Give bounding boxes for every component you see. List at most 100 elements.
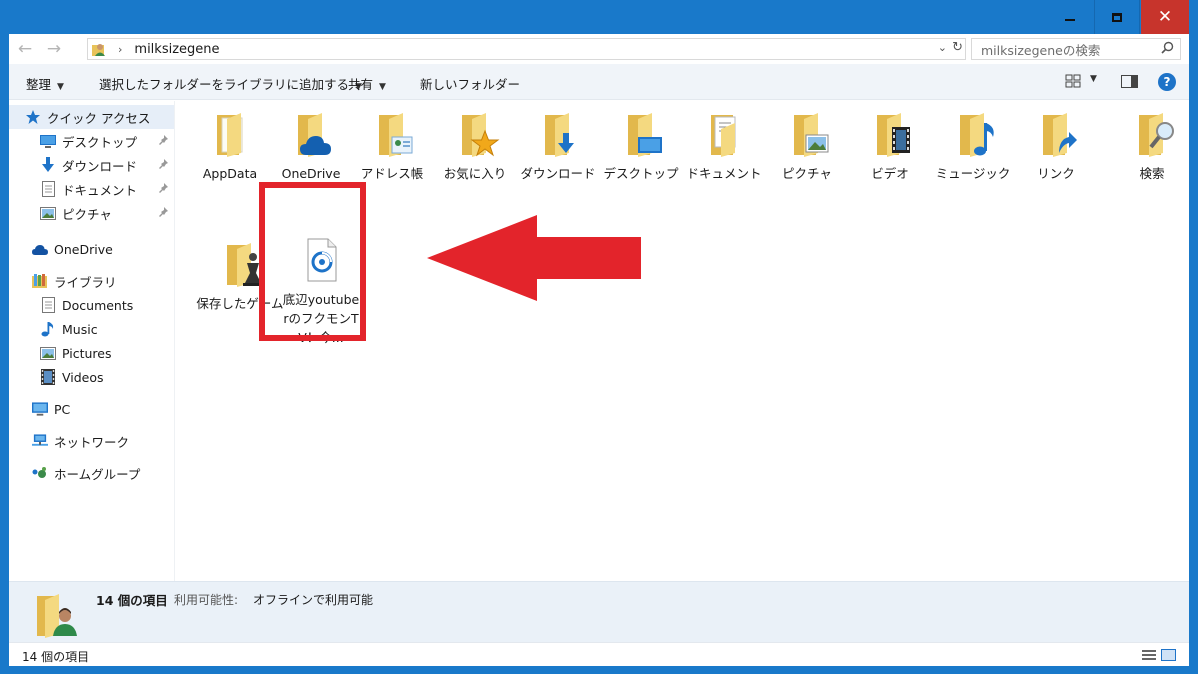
file-item-videos[interactable]: ビデオ	[850, 109, 930, 183]
homegroup-icon	[32, 465, 48, 481]
preview-pane-icon[interactable]	[1121, 75, 1138, 88]
pin-icon[interactable]	[158, 206, 168, 220]
sidebar-item-pc[interactable]: PC	[9, 397, 174, 421]
file-item-contacts[interactable]: アドレス帳	[352, 109, 432, 183]
sidebar-item-label: Videos	[62, 369, 104, 385]
sidebar-item-label: PC	[54, 401, 71, 417]
sidebar-item-videos[interactable]: Videos	[9, 365, 174, 389]
sidebar-item-label: クイック アクセス	[47, 110, 151, 126]
new-folder-label: 新しいフォルダー	[420, 77, 521, 92]
status-bar: 14 個の項目	[9, 642, 1189, 666]
view-dropdown-icon[interactable]: ▼	[1090, 74, 1097, 84]
downloads-folder-icon	[533, 109, 583, 159]
maximize-button[interactable]	[1094, 0, 1140, 34]
pin-icon[interactable]	[158, 158, 168, 172]
favorites-folder-icon	[450, 109, 500, 159]
file-item-desktop[interactable]: デスクトップ	[601, 109, 681, 183]
cloud-icon	[32, 241, 48, 257]
documents-folder-icon	[699, 109, 749, 159]
saved-games-folder-icon	[215, 239, 265, 289]
desktop-folder-icon	[616, 109, 666, 159]
file-item-searches[interactable]: 検索	[1112, 109, 1192, 183]
maximize-icon	[1112, 12, 1122, 22]
sidebar-item-label: ネットワーク	[54, 434, 130, 450]
forward-button[interactable]: →	[43, 38, 65, 60]
availability-label: 利用可能性:	[174, 593, 239, 607]
file-item-favorites[interactable]: お気に入り	[435, 109, 515, 183]
sidebar-item-label: Pictures	[62, 345, 112, 361]
file-item-documents[interactable]: ドキュメント	[684, 109, 764, 183]
caret-down-icon: ▼	[57, 82, 64, 92]
sidebar-item-pictures[interactable]: Pictures	[9, 341, 174, 365]
breadcrumb-current[interactable]: milksizegene	[134, 42, 219, 57]
sidebar-item-quick-access[interactable]: クイック アクセス	[9, 105, 174, 129]
file-item-label: ドキュメント	[686, 166, 762, 181]
window-client: ← → › milksizegene ⌄ ↻ milksizegeneの検索 整…	[9, 34, 1189, 666]
sidebar-item-documents-jp[interactable]: ドキュメント	[9, 177, 174, 201]
red-arrow-icon	[427, 215, 641, 301]
minimize-button[interactable]	[1047, 0, 1093, 34]
file-item-label: デスクトップ	[603, 166, 679, 181]
search-input[interactable]: milksizegeneの検索	[981, 40, 1100, 59]
file-item-pictures[interactable]: ピクチャ	[767, 109, 847, 183]
sidebar-item-homegroup[interactable]: ホームグループ	[9, 461, 174, 485]
view-options-icon[interactable]	[1065, 74, 1081, 88]
navigation-pane: クイック アクセス デスクトップ ダウンロード ドキュメント ピクチャ OneD…	[9, 101, 175, 581]
organize-menu[interactable]: 整理 ▼	[26, 74, 64, 93]
file-item-music[interactable]: ミュージック	[933, 109, 1013, 183]
close-button[interactable]: ✕	[1141, 0, 1189, 34]
user-folder-icon	[92, 41, 106, 57]
status-item-count: 14 個の項目	[22, 650, 90, 664]
music-icon	[40, 321, 56, 337]
share-label: 共有	[348, 77, 374, 92]
sidebar-item-label: デスクトップ	[62, 134, 138, 150]
library-icon	[32, 273, 48, 289]
add-to-library-menu[interactable]: 選択したフォルダーをライブラリに追加する ▼	[99, 74, 362, 93]
add-to-library-label: 選択したフォルダーをライブラリに追加する	[99, 77, 350, 92]
chevron-down-icon[interactable]: ⌄	[938, 41, 947, 54]
refresh-icon[interactable]: ↻	[952, 40, 963, 55]
file-item-appdata[interactable]: AppData	[190, 109, 270, 183]
share-menu[interactable]: 共有 ▼	[348, 74, 386, 93]
file-item-label: 検索	[1139, 166, 1165, 181]
file-item-label: リンク	[1037, 166, 1075, 181]
sidebar-item-music[interactable]: Music	[9, 317, 174, 341]
file-item-label: ピクチャ	[782, 166, 832, 181]
sidebar-item-network[interactable]: ネットワーク	[9, 429, 174, 453]
network-icon	[32, 433, 48, 449]
pin-icon[interactable]	[158, 182, 168, 196]
contacts-folder-icon	[367, 109, 417, 159]
file-item-downloads[interactable]: ダウンロード	[518, 109, 598, 183]
sidebar-item-label: Documents	[62, 297, 134, 313]
back-button[interactable]: ←	[14, 38, 36, 60]
sidebar-item-label: Music	[62, 321, 98, 337]
music-folder-icon	[948, 109, 998, 159]
sidebar-item-desktop[interactable]: デスクトップ	[9, 129, 174, 153]
search-icon[interactable]	[1161, 41, 1174, 58]
large-icons-view-icon[interactable]	[1161, 649, 1176, 661]
new-folder-button[interactable]: 新しいフォルダー	[420, 74, 520, 93]
sidebar-item-libraries[interactable]: ライブラリ	[9, 269, 174, 293]
picture-icon	[40, 205, 56, 221]
sidebar-item-label: OneDrive	[54, 241, 113, 257]
breadcrumb-separator: ›	[118, 42, 123, 56]
file-item-onedrive[interactable]: OneDrive	[271, 109, 351, 183]
sidebar-item-label: ダウンロード	[62, 158, 138, 174]
searches-folder-icon	[1127, 109, 1177, 159]
star-icon	[25, 109, 41, 125]
sidebar-item-onedrive[interactable]: OneDrive	[9, 237, 174, 261]
search-box[interactable]: milksizegeneの検索	[971, 38, 1181, 60]
details-view-icon[interactable]	[1142, 649, 1156, 661]
sidebar-item-documents[interactable]: Documents	[9, 293, 174, 317]
address-bar[interactable]: › milksizegene ⌄ ↻	[87, 38, 966, 60]
sidebar-item-pictures-jp[interactable]: ピクチャ	[9, 201, 174, 225]
explorer-window: ✕ ← → › milksizegene ⌄ ↻ milksizegeneの検索	[0, 0, 1198, 674]
pin-icon[interactable]	[158, 134, 168, 148]
picture-icon	[40, 345, 56, 361]
file-item-label: AppData	[202, 166, 258, 181]
title-bar[interactable]: ✕	[0, 0, 1198, 34]
file-item-links[interactable]: リンク	[1016, 109, 1096, 183]
computer-icon	[32, 401, 48, 417]
help-icon[interactable]: ?	[1158, 73, 1176, 91]
sidebar-item-downloads[interactable]: ダウンロード	[9, 153, 174, 177]
